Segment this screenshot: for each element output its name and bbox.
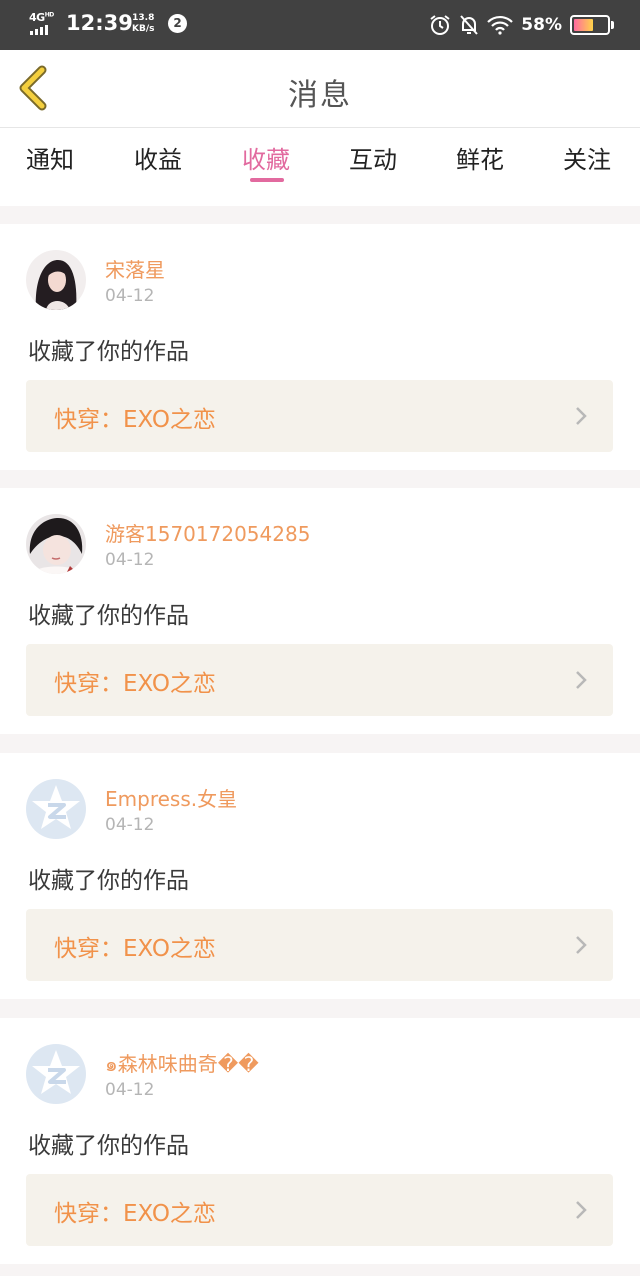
username[interactable]: 宋落星 — [105, 254, 165, 283]
notification-count-badge: 2 — [168, 14, 187, 33]
wifi-icon — [487, 15, 514, 35]
tab-bar: 通知 收益 收藏 互动 鲜花 关注 — [0, 128, 640, 206]
action-text: 收藏了你的作品 — [28, 339, 189, 365]
page-title: 消息 — [288, 78, 352, 113]
action-text: 收藏了你的作品 — [28, 603, 189, 629]
notification-date: 04-12 — [105, 815, 155, 835]
battery-percent: 58% — [521, 15, 562, 35]
work-link[interactable]: 快穿：EXO之恋 — [26, 380, 613, 452]
alarm-clock-icon — [430, 15, 450, 35]
active-tab-indicator — [250, 178, 284, 182]
username[interactable]: ๑森林味曲奇�� — [105, 1048, 259, 1080]
cellular-signal-icon: 4GHD — [28, 11, 58, 37]
battery-icon — [570, 15, 614, 35]
favorite-notification-card: 宋落星 04-12 收藏了你的作品 快穿：EXO之恋 — [0, 224, 640, 470]
work-title: 快穿：EXO之恋 — [54, 407, 216, 433]
notification-date: 04-12 — [105, 286, 155, 306]
work-link[interactable]: 快穿：EXO之恋 — [26, 1174, 613, 1246]
username[interactable]: Empress.女皇 — [105, 783, 237, 812]
work-link[interactable]: 快穿：EXO之恋 — [26, 644, 613, 716]
notification-date: 04-12 — [105, 550, 155, 570]
chevron-right-icon — [576, 407, 587, 425]
clock: 12:39 — [66, 11, 133, 35]
work-title: 快穿：EXO之恋 — [54, 936, 216, 962]
work-link[interactable]: 快穿：EXO之恋 — [26, 909, 613, 981]
tab-earnings[interactable]: 收益 — [134, 140, 182, 175]
network-hd: HD — [44, 11, 55, 19]
favorite-notification-card: ๑森林味曲奇�� 04-12 收藏了你的作品 快穿：EXO之恋 — [0, 1018, 640, 1264]
favorite-notification-card: 游客1570172054285 04-12 收藏了你的作品 快穿：EXO之恋 — [0, 488, 640, 734]
notification-date: 04-12 — [105, 1080, 155, 1100]
navigation-header: 消息 — [0, 50, 640, 128]
work-title: 快穿：EXO之恋 — [54, 671, 216, 697]
action-text: 收藏了你的作品 — [28, 868, 189, 894]
chevron-right-icon — [576, 671, 587, 689]
chevron-right-icon — [576, 1201, 587, 1219]
tab-flowers[interactable]: 鲜花 — [456, 140, 504, 175]
tab-favorites[interactable]: 收藏 — [242, 140, 290, 175]
avatar[interactable] — [26, 514, 86, 574]
network-speed: 13.8 KB/s — [132, 13, 154, 35]
work-title: 快穿：EXO之恋 — [54, 1201, 216, 1227]
default-avatar-icon[interactable] — [26, 1044, 86, 1104]
default-avatar-icon[interactable] — [26, 779, 86, 839]
network-speed-unit: KB/s — [132, 24, 155, 34]
network-speed-value: 13.8 — [132, 13, 155, 23]
chevron-right-icon — [576, 936, 587, 954]
bell-muted-icon — [460, 15, 479, 35]
tab-interactions[interactable]: 互动 — [349, 140, 397, 175]
favorite-notification-card: Empress.女皇 04-12 收藏了你的作品 快穿：EXO之恋 — [0, 753, 640, 999]
network-type: 4G — [29, 11, 45, 24]
username[interactable]: 游客1570172054285 — [105, 518, 310, 547]
tab-notifications[interactable]: 通知 — [26, 140, 74, 175]
status-bar: 4GHD 12:39 13.8 KB/s 2 58% — [0, 0, 640, 50]
tab-follows[interactable]: 关注 — [563, 140, 611, 175]
avatar[interactable] — [26, 250, 86, 310]
action-text: 收藏了你的作品 — [28, 1133, 189, 1159]
